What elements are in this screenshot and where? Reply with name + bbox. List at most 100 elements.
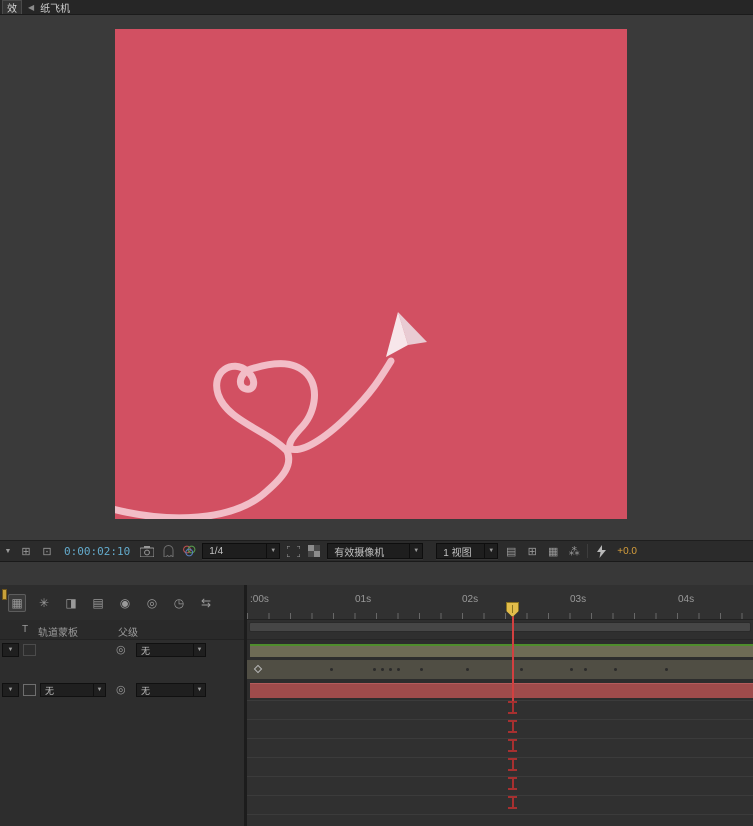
composition-canvas[interactable] [115,29,627,519]
timeline-ruler[interactable]: :00s 01s 02s 03s 04s [247,585,753,620]
graph-editor-icon[interactable]: ⇆ [197,594,215,612]
region-of-interest-icon[interactable] [285,544,301,559]
show-snapshot-icon[interactable] [160,544,176,559]
exposure-value[interactable]: +0.0 [614,546,640,557]
layer-row-2[interactable]: ▼ 无 ▼ ◎ 无 ▼ [0,680,244,700]
keyframe-dot[interactable] [330,668,333,671]
snap-region-icon[interactable]: ⊡ [39,544,55,559]
timeline-panel: ▦ ✳ ◨ ▤ ◉ ◎ ◷ ⇆ :00s 01s 02s 03s 04s T 轨道蒙板 … [0,585,753,826]
comp-background [115,29,627,519]
keyframe-dot[interactable] [520,668,523,671]
toolbar-separator [587,544,589,558]
show-channels-icon[interactable] [181,544,197,559]
frame-blending-icon[interactable]: ▤ [89,594,107,612]
work-area-bar[interactable] [249,622,751,632]
column-header-parent[interactable]: 父级 [118,624,138,639]
layer1-parent-pickwhip-icon[interactable]: ◎ [116,643,126,656]
keyframe-dot[interactable] [420,668,423,671]
layer2-track[interactable] [247,680,753,700]
ruler-label: :00s [250,594,269,605]
layer1-parent-value: 无 [141,645,151,656]
keyframe-dot[interactable] [614,668,617,671]
camera-view-dropdown[interactable]: 有效摄像机 ▼ [327,543,424,559]
hide-shy-layers-icon[interactable]: ◨ [62,594,80,612]
ruler-label: 01s [355,594,372,605]
draft-3d-icon[interactable]: ✳ [35,594,53,612]
transparency-grid-icon[interactable] [306,544,322,559]
flowchart-icon[interactable]: ⁂ [566,544,582,559]
keyframe-dot[interactable] [466,668,469,671]
layer2-toggle-box[interactable] [23,684,36,696]
back-arrow-icon[interactable]: ◀ [28,3,34,12]
layer1-duration-bar[interactable] [250,644,753,657]
fast-previews-lightning-icon[interactable] [593,544,609,559]
cti-line-segment [508,739,517,752]
layer2-parent-pickwhip-icon[interactable]: ◎ [116,683,126,696]
viewer-menu-arrow-icon[interactable]: ▼ [3,548,13,555]
ruler-label: 02s [462,594,479,605]
resolution-value: 1/4 [209,545,224,557]
layer2-parent-value: 无 [141,685,151,696]
timeline-empty-rows-left [0,700,244,826]
cti-line-segment [508,777,517,790]
comp-flowchart-icon[interactable]: ▦ [8,593,26,612]
chevron-down-icon: ▼ [193,644,205,656]
view-layout-value: 1 视图 [443,547,472,559]
layer2-duration-bar[interactable] [250,683,753,698]
rulers-icon[interactable]: ▤ [503,544,519,559]
panel-tab[interactable]: 效 [2,0,22,15]
chevron-down-icon: ▼ [266,544,279,558]
snapshot-camera-icon[interactable] [139,544,155,559]
layer2-mode-dropdown[interactable]: ▼ [2,683,19,697]
current-timecode[interactable]: 0:00:02:10 [60,545,134,558]
work-area-row [247,620,753,640]
cti-line-segment [508,720,517,733]
cti-line [512,616,514,701]
cti-line-segment [508,701,517,714]
ruler-label: 04s [678,594,695,605]
stopwatch-icon[interactable]: ◷ [170,594,188,612]
keyframe-dot[interactable] [665,668,668,671]
layer1-mode-dropdown[interactable]: ▼ [2,643,19,657]
chevron-down-icon: ▼ [409,544,422,558]
keyframe-dot[interactable] [584,668,587,671]
chevron-down-icon: ▼ [193,684,205,696]
layer2-parent-dropdown[interactable]: 无 ▼ [136,683,206,697]
keyframe-dot[interactable] [397,668,400,671]
keyframe-dot[interactable] [389,668,392,671]
cti-line-segment [508,796,517,809]
camera-view-value: 有效摄像机 [334,547,385,559]
grid-and-guides-icon[interactable]: ⊞ [18,544,34,559]
property-row [0,660,244,680]
proportional-grid-icon[interactable]: ▦ [545,544,561,559]
layer2-trkmat-dropdown[interactable]: 无 ▼ [40,683,106,697]
chevron-down-icon: ▼ [7,647,14,653]
composition-viewer [0,15,753,540]
comp-marker-bin-icon[interactable] [2,589,7,600]
cti-line-segment [508,758,517,771]
viewer-tab-bar: 效 ◀ 纸飞机 [0,0,753,15]
guides-icon[interactable]: ⊞ [524,544,540,559]
composition-name[interactable]: 纸飞机 [40,0,70,15]
keyframe-track[interactable] [247,660,753,680]
timeline-toolbar: ▦ ✳ ◨ ▤ ◉ ◎ ◷ ⇆ [0,585,244,620]
motion-blur-icon[interactable]: ◉ [116,594,134,612]
viewer-toolbar: ▼ ⊞ ⊡ 0:00:02:10 1/4 ▼ 有效摄像机 ▼ 1 视图 ▼ ▤ … [0,540,753,562]
keyframe-dot[interactable] [570,668,573,671]
eye-icon[interactable]: ◎ [143,594,161,612]
keyframe-dot[interactable] [381,668,384,671]
timeline-empty-rows-right [247,700,753,826]
layer1-track[interactable] [247,640,753,660]
column-header-t[interactable]: T [22,624,28,635]
column-header-trkmat[interactable]: 轨道蒙板 [38,624,78,639]
layer1-parent-dropdown[interactable]: 无 ▼ [136,643,206,657]
layer2-trkmat-value: 无 [45,685,55,696]
view-layout-dropdown[interactable]: 1 视图 ▼ [436,543,499,559]
resolution-dropdown[interactable]: 1/4 ▼ [202,543,281,559]
keyframe-dot[interactable] [373,668,376,671]
chevron-down-icon: ▼ [7,687,14,693]
chevron-down-icon: ▼ [484,544,497,558]
keyframe-band [247,660,753,679]
layer-row-1[interactable]: ▼ ◎ 无 ▼ [0,640,244,660]
layer1-toggle-box[interactable] [23,644,36,656]
